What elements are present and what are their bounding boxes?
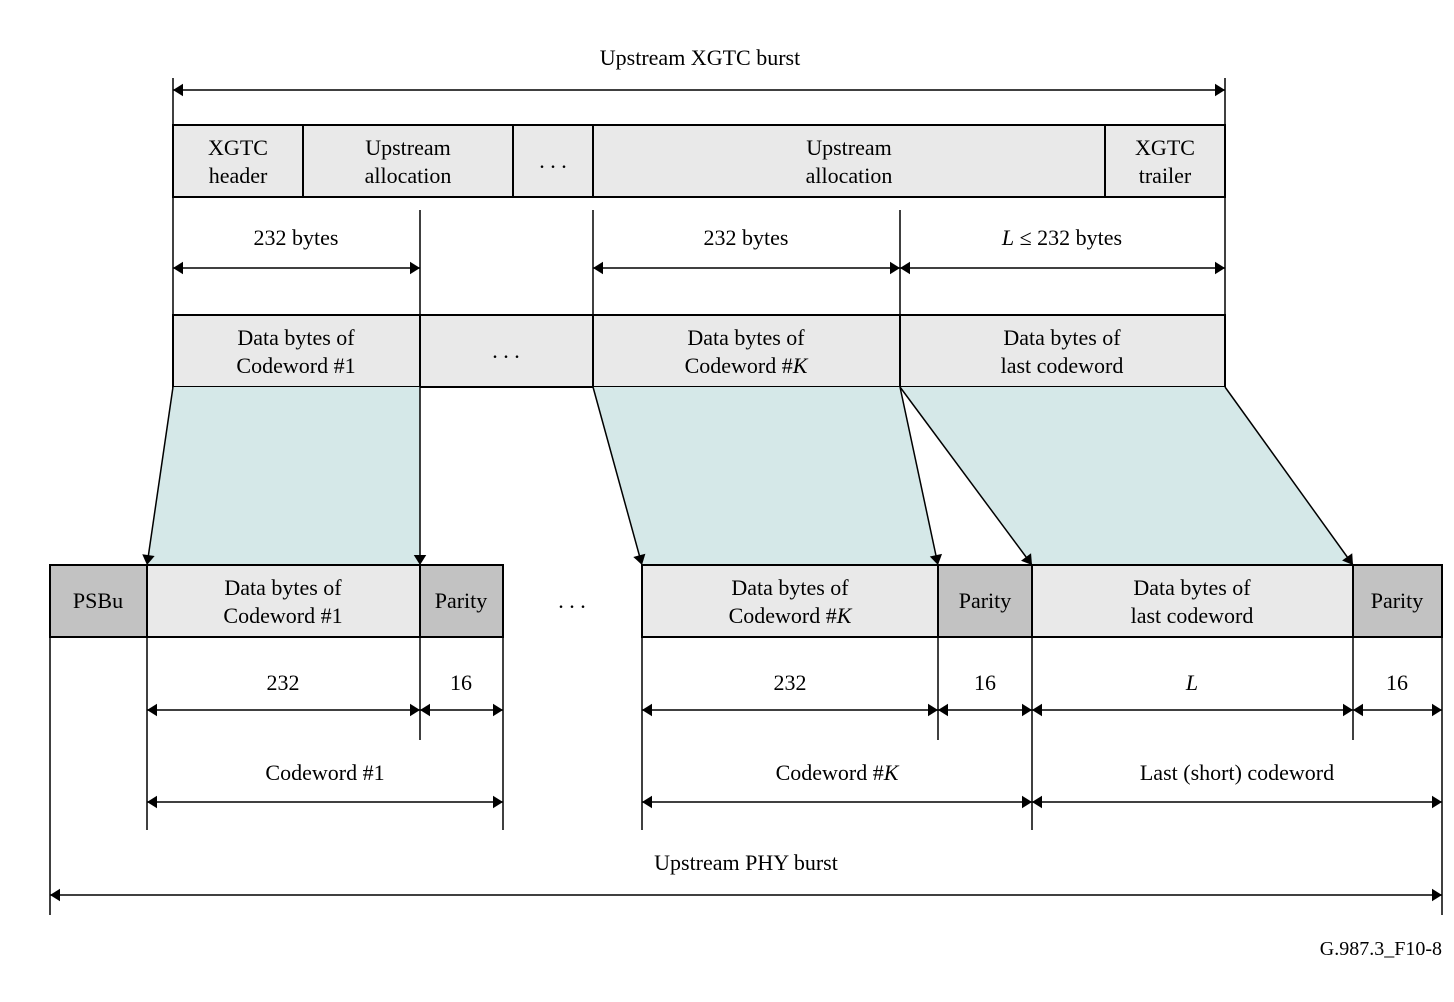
xgtc-row: XGTC header Upstream allocation . . . Up… xyxy=(173,125,1225,197)
svg-text:16: 16 xyxy=(450,670,472,695)
svg-text:Data bytes of: Data bytes of xyxy=(224,575,342,600)
dim-codewords: Codeword #1 Codeword #K Last (short) cod… xyxy=(147,760,1442,802)
svg-text:trailer: trailer xyxy=(1139,163,1192,188)
svg-text:Parity: Parity xyxy=(1371,588,1424,613)
data-bytes-row: Data bytes of Codeword #1 . . . Data byt… xyxy=(173,315,1225,387)
connector-k xyxy=(593,387,938,565)
connector-last xyxy=(900,387,1353,565)
svg-text:16: 16 xyxy=(1386,670,1408,695)
svg-text:L: L xyxy=(1185,670,1198,695)
title-top: Upstream XGTC burst xyxy=(600,45,800,70)
svg-text:allocation: allocation xyxy=(365,163,452,188)
svg-text:Codeword #K: Codeword #K xyxy=(729,603,853,628)
svg-text:Parity: Parity xyxy=(435,588,488,613)
svg-text:Data bytes of: Data bytes of xyxy=(237,325,355,350)
svg-text:Upstream: Upstream xyxy=(365,135,451,160)
svg-text:Data bytes of: Data bytes of xyxy=(1133,575,1251,600)
title-bottom: Upstream PHY burst xyxy=(654,850,838,875)
svg-text:232: 232 xyxy=(774,670,807,695)
svg-text:16: 16 xyxy=(974,670,996,695)
svg-text:. . .: . . . xyxy=(558,588,586,613)
svg-text:Data bytes of: Data bytes of xyxy=(1003,325,1121,350)
svg-text:XGTC: XGTC xyxy=(208,135,268,160)
svg-text:. . .: . . . xyxy=(492,338,520,363)
connector-1 xyxy=(147,387,420,565)
svg-text:L ≤ 232 bytes: L ≤ 232 bytes xyxy=(1001,225,1122,250)
diagram: Upstream XGTC burst XGTC header Upstream… xyxy=(20,20,1454,982)
svg-text:. . .: . . . xyxy=(539,148,567,173)
svg-text:Codeword #1: Codeword #1 xyxy=(265,760,384,785)
svg-text:Codeword #1: Codeword #1 xyxy=(236,353,355,378)
svg-text:Codeword #1: Codeword #1 xyxy=(223,603,342,628)
svg-text:last codeword: last codeword xyxy=(1131,603,1254,628)
phy-row: PSBu Data bytes of Codeword #1 Parity . … xyxy=(50,565,1442,637)
svg-text:last codeword: last codeword xyxy=(1001,353,1124,378)
svg-text:allocation: allocation xyxy=(806,163,893,188)
svg-text:232: 232 xyxy=(267,670,300,695)
svg-text:Codeword #K: Codeword #K xyxy=(776,760,900,785)
svg-text:Data bytes of: Data bytes of xyxy=(731,575,849,600)
svg-text:232 bytes: 232 bytes xyxy=(254,225,339,250)
svg-text:232 bytes: 232 bytes xyxy=(704,225,789,250)
svg-text:PSBu: PSBu xyxy=(73,588,123,613)
svg-text:header: header xyxy=(209,163,268,188)
figure-ref: G.987.3_F10-8 xyxy=(1320,938,1442,960)
svg-text:Upstream: Upstream xyxy=(806,135,892,160)
svg-text:Last (short) codeword: Last (short) codeword xyxy=(1140,760,1334,785)
svg-text:Data bytes of: Data bytes of xyxy=(687,325,805,350)
svg-text:Parity: Parity xyxy=(959,588,1012,613)
svg-text:Codeword #K: Codeword #K xyxy=(685,353,809,378)
svg-text:XGTC: XGTC xyxy=(1135,135,1195,160)
